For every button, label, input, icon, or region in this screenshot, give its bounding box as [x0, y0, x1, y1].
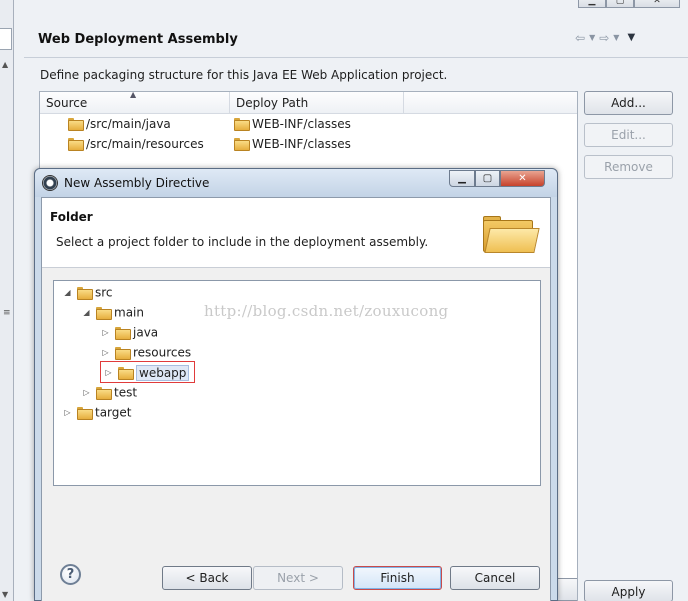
tree-item-resources[interactable]: ▷ resources [100, 342, 191, 362]
scroll-down-icon[interactable]: ▼ [2, 590, 8, 599]
column-header-source[interactable]: ▲ Source [40, 90, 230, 114]
edit-button[interactable]: Edit... [584, 123, 673, 147]
column-header-deploy-path[interactable]: Deploy Path [230, 92, 404, 114]
folder-banner-icon [483, 216, 540, 254]
wizard-header: Folder Select a project folder to includ… [42, 198, 550, 268]
filter-input-edge[interactable] [0, 28, 12, 50]
maximize-button[interactable]: ▢ [606, 0, 634, 8]
dialog-body: Folder Select a project folder to includ… [41, 197, 551, 601]
window-controls: ▁ ▢ ✕ [578, 0, 680, 8]
folder-icon [115, 347, 131, 360]
wizard-header-description: Select a project folder to include in th… [56, 235, 429, 249]
table-header: ▲ Source Deploy Path [40, 90, 577, 114]
minimize-button[interactable]: ▁ [578, 0, 606, 8]
folder-icon [234, 118, 250, 131]
finish-button[interactable]: Finish [353, 566, 442, 590]
collapse-triangle-icon[interactable]: ◢ [62, 283, 73, 303]
tree-item-java[interactable]: ▷ java [100, 322, 158, 342]
collapse-triangle-icon[interactable]: ◢ [81, 303, 92, 323]
cancel-button[interactable]: Cancel [450, 566, 540, 590]
new-assembly-directive-dialog: New Assembly Directive ▁ ▢ ✕ Folder Sele… [34, 168, 558, 601]
tree-item-target[interactable]: ▷ target [62, 402, 132, 422]
sash-grip-icon[interactable]: ≡ [3, 308, 11, 318]
remove-button[interactable]: Remove [584, 155, 673, 179]
wizard-header-title: Folder [50, 210, 93, 224]
next-button[interactable]: Next > [253, 566, 343, 590]
add-button[interactable]: Add... [584, 91, 673, 115]
watermark-text: http://blog.csdn.net/zouxucong [204, 302, 449, 320]
folder-icon [96, 387, 112, 400]
expand-triangle-icon[interactable]: ▷ [62, 403, 73, 423]
expand-triangle-icon[interactable]: ▷ [81, 383, 92, 403]
left-panel-strip: ▲ ≡ ▼ [0, 0, 14, 601]
dialog-titlebar[interactable]: New Assembly Directive ▁ ▢ ✕ [35, 169, 557, 197]
folder-open-icon [96, 307, 112, 320]
folder-open-icon [77, 287, 93, 300]
help-icon[interactable]: ? [60, 564, 81, 585]
tree-item-webapp[interactable]: ▷ webapp [100, 361, 196, 383]
forward-menu-chevron-icon[interactable]: ▼ [613, 31, 619, 45]
close-button[interactable]: ✕ [634, 0, 680, 8]
expand-triangle-icon[interactable]: ▷ [103, 363, 114, 383]
folder-icon [115, 327, 131, 340]
dialog-close-button[interactable]: ✕ [500, 170, 545, 187]
back-arrow-icon[interactable]: ⇦ [575, 31, 585, 45]
folder-icon [234, 138, 250, 151]
dialog-title: New Assembly Directive [64, 176, 210, 190]
table-row[interactable]: /src/main/java WEB-INF/classes [40, 114, 577, 134]
table-row[interactable]: /src/main/resources WEB-INF/classes [40, 134, 577, 154]
folder-icon [68, 138, 84, 151]
back-button[interactable]: < Back [162, 566, 252, 590]
eclipse-icon [42, 175, 58, 191]
title-divider [24, 57, 688, 58]
expand-triangle-icon[interactable]: ▷ [100, 343, 111, 363]
page-description: Define packaging structure for this Java… [40, 68, 448, 82]
dialog-minimize-button[interactable]: ▁ [449, 170, 475, 187]
forward-arrow-icon[interactable]: ⇨ [599, 31, 609, 45]
folder-icon [118, 367, 134, 380]
folder-icon [77, 407, 93, 420]
folder-icon [68, 118, 84, 131]
sort-asc-icon: ▲ [130, 90, 137, 99]
view-menu-icon[interactable]: ▼ [627, 31, 635, 45]
tree-item-main[interactable]: ◢ main [81, 302, 144, 322]
restore-defaults-button-edge[interactable] [555, 578, 577, 601]
tree-item-src[interactable]: ◢ src [62, 282, 113, 302]
apply-button[interactable]: Apply [584, 580, 673, 601]
expand-triangle-icon[interactable]: ▷ [100, 323, 111, 343]
page-title: Web Deployment Assembly [38, 32, 238, 47]
selection-highlight: ▷ webapp [100, 361, 196, 383]
back-menu-chevron-icon[interactable]: ▼ [589, 31, 595, 45]
scroll-up-icon[interactable]: ▲ [2, 60, 8, 69]
column-header-filler [404, 92, 577, 114]
tree-item-test[interactable]: ▷ test [81, 382, 137, 402]
page-nav-icons: ⇦ ▼ ⇨ ▼ ▼ [575, 31, 635, 45]
dialog-maximize-button[interactable]: ▢ [475, 170, 500, 187]
dialog-window-controls: ▁ ▢ ✕ [449, 170, 545, 187]
